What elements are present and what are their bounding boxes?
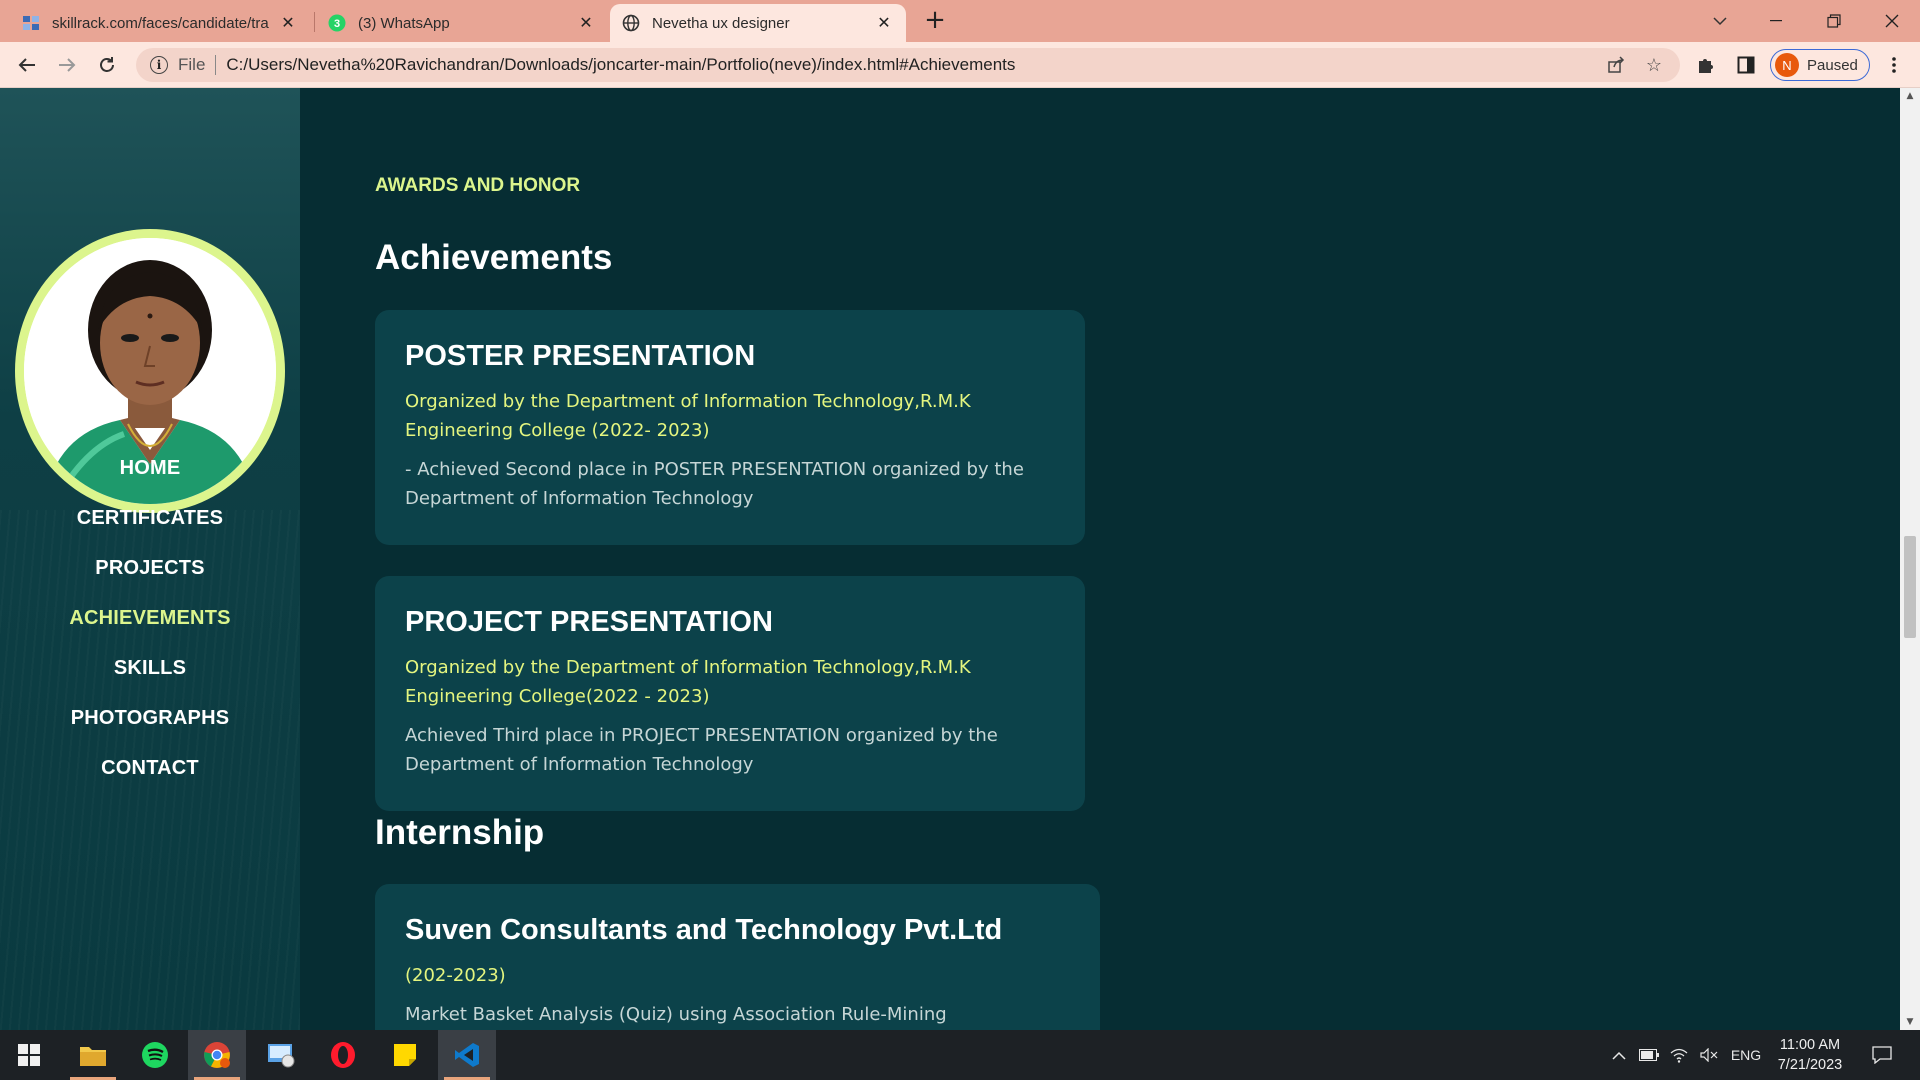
minimize-button[interactable] [1748, 0, 1804, 42]
bookmark-star-icon[interactable]: ☆ [1644, 55, 1664, 75]
achievement-card: PROJECT PRESENTATION Organized by the De… [375, 576, 1085, 811]
profile-button[interactable]: N Paused [1770, 49, 1870, 81]
close-tab-icon[interactable]: ✕ [576, 13, 596, 33]
nav-achievements[interactable]: ACHIEVEMENTS [0, 607, 300, 630]
site-info-icon[interactable]: i [150, 56, 168, 74]
close-tab-icon[interactable]: ✕ [278, 13, 298, 33]
file-explorer-icon[interactable] [64, 1030, 122, 1080]
card-description: Achieved Third place in PROJECT PRESENTA… [405, 725, 998, 775]
achievement-card: POSTER PRESENTATION Organized by the Dep… [375, 310, 1085, 545]
tab-title: Nevetha ux designer [652, 14, 790, 32]
section-eyebrow: AWARDS AND HONOR [375, 175, 581, 196]
scroll-down-arrow-icon[interactable]: ▼ [1900, 1014, 1920, 1030]
scrollbar-thumb[interactable] [1904, 536, 1916, 638]
battery-icon[interactable] [1636, 1030, 1662, 1080]
whatsapp-badge: 3 [334, 18, 340, 30]
tab-skillrack[interactable]: skillrack.com/faces/candidate/tra ✕ [10, 4, 310, 42]
windows-taskbar: ENG 11:00 AM 7/21/2023 [0, 1030, 1920, 1080]
forward-button[interactable] [52, 50, 82, 80]
address-bar[interactable]: i File C:/Users/Nevetha%20Ravichandran/D… [136, 48, 1680, 82]
card-organizer: (202-2023) [405, 965, 506, 986]
card-description: - Achieved Second place in POSTER PRESEN… [405, 459, 1024, 509]
menu-kebab-icon[interactable] [1882, 53, 1906, 77]
divider [215, 55, 217, 75]
tab-portfolio-active[interactable]: Nevetha ux designer ✕ [610, 4, 906, 42]
nav-projects[interactable]: PROJECTS [0, 557, 300, 580]
new-tab-button[interactable]: + [922, 7, 948, 34]
share-icon[interactable] [1606, 55, 1626, 75]
opera-icon[interactable] [314, 1030, 372, 1080]
nav-photographs[interactable]: PHOTOGRAPHS [0, 707, 300, 730]
start-icon[interactable] [0, 1030, 58, 1080]
skillrack-icon [22, 14, 40, 32]
achievements-heading: Achievements [375, 238, 613, 277]
volume-muted-icon[interactable] [1696, 1030, 1722, 1080]
nav-skills[interactable]: SKILLS [0, 657, 300, 680]
tab-search-chevron-icon[interactable] [1692, 0, 1748, 42]
wifi-icon[interactable] [1666, 1030, 1692, 1080]
browser-tab-strip: skillrack.com/faces/candidate/tra ✕ 3 (3… [0, 0, 1920, 42]
card-organizer: Organized by the Department of Informati… [405, 391, 971, 441]
chrome-icon[interactable] [188, 1030, 246, 1080]
clock-date: 7/21/2023 [1777, 1057, 1843, 1073]
scroll-up-arrow-icon[interactable]: ▲ [1900, 88, 1920, 104]
main-content: AWARDS AND HONOR Achievements POSTER PRE… [300, 88, 1900, 1030]
tab-separator [314, 12, 315, 32]
browser-toolbar: i File C:/Users/Nevetha%20Ravichandran/D… [0, 42, 1920, 88]
avatar: N [1775, 53, 1799, 77]
tab-title: skillrack.com/faces/candidate/tra [52, 14, 269, 32]
close-window-button[interactable] [1864, 0, 1920, 42]
card-title: Suven Consultants and Technology Pvt.Ltd [405, 914, 1003, 946]
close-tab-icon[interactable]: ✕ [874, 13, 894, 33]
vscode-icon[interactable] [438, 1030, 496, 1080]
notifications-icon[interactable] [1864, 1030, 1900, 1080]
reload-button[interactable] [92, 50, 122, 80]
side-panel-icon[interactable] [1734, 53, 1758, 77]
card-organizer: Organized by the Department of Informati… [405, 657, 971, 707]
control-panel-icon[interactable] [252, 1030, 310, 1080]
whatsapp-icon: 3 [328, 14, 346, 32]
nav-certificates[interactable]: CERTIFICATES [0, 507, 300, 530]
page-scrollbar[interactable]: ▲ ▼ [1900, 88, 1920, 1030]
url-text[interactable]: C:/Users/Nevetha%20Ravichandran/Download… [226, 55, 1015, 75]
nav-home[interactable]: HOME [0, 457, 300, 480]
restore-button[interactable] [1806, 0, 1862, 42]
back-button[interactable] [12, 50, 42, 80]
globe-icon [622, 14, 640, 32]
internship-heading: Internship [375, 813, 545, 852]
card-description: Market Basket Analysis (Quiz) using Asso… [405, 1004, 947, 1025]
spotify-icon[interactable] [126, 1030, 184, 1080]
url-scheme: File [178, 55, 206, 74]
nav-contact[interactable]: CONTACT [0, 757, 300, 780]
tab-whatsapp[interactable]: 3 (3) WhatsApp ✕ [316, 4, 608, 42]
extensions-puzzle-icon[interactable] [1694, 53, 1718, 77]
internship-card: Suven Consultants and Technology Pvt.Ltd… [375, 884, 1100, 1030]
clock[interactable]: 11:00 AM 7/21/2023 [1760, 1035, 1860, 1075]
card-title: PROJECT PRESENTATION [405, 606, 773, 638]
clock-time: 11:00 AM [1779, 1037, 1841, 1053]
card-title: POSTER PRESENTATION [405, 340, 756, 372]
show-hidden-icons-chevron-icon[interactable] [1606, 1030, 1632, 1080]
sticky-notes-icon[interactable] [376, 1030, 434, 1080]
tab-title: (3) WhatsApp [358, 14, 450, 32]
sidebar: HOME CERTIFICATES PROJECTS ACHIEVEMENTS … [0, 88, 300, 1030]
profile-status: Paused [1807, 56, 1858, 74]
